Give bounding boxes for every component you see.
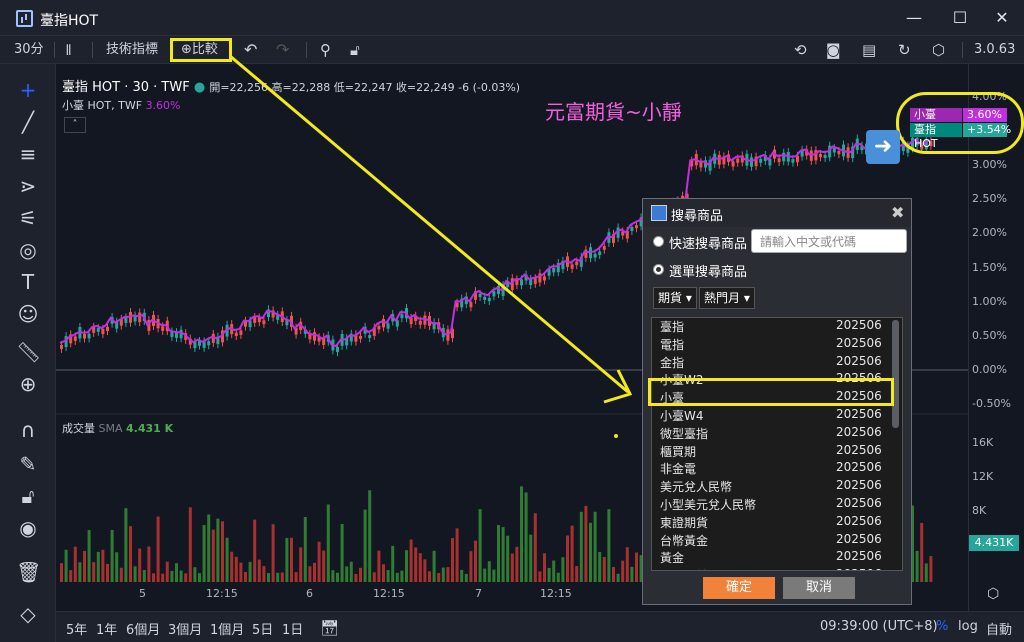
item-code: 202506	[836, 407, 882, 421]
item-name: 小型美元兌人民幣	[660, 498, 757, 512]
list-item[interactable]: 美元兌人民幣 202506	[660, 478, 882, 496]
time-axis-label: 6	[306, 587, 313, 600]
list-item[interactable]: 非金電 202506	[660, 460, 882, 478]
item-code: 202506	[836, 460, 882, 475]
item-name: 東證期貨	[660, 515, 709, 530]
percent-toggle[interactable]: %	[936, 619, 948, 634]
item-name: 美元兌人民幣	[660, 480, 733, 495]
item-code: 202506	[836, 442, 882, 457]
time-axis-label: 5	[139, 587, 146, 600]
dialog-close-icon[interactable]: ✖	[891, 203, 904, 222]
item-name: 日元兌美元	[660, 569, 720, 570]
list-item[interactable]: 電指 202506	[660, 336, 882, 354]
ok-button[interactable]: 確定	[703, 577, 775, 599]
item-code: 202506	[836, 567, 882, 570]
quick-search-radio[interactable]	[653, 236, 664, 247]
item-name: 小臺W4	[660, 409, 704, 423]
list-item[interactable]: 東證期貨 202506	[660, 514, 882, 532]
item-name: 櫃買期	[660, 444, 697, 459]
item-name: 黃金	[660, 551, 685, 566]
annotation-dot	[614, 434, 618, 438]
item-name: 金指	[660, 355, 685, 370]
item-code: 202506	[836, 353, 882, 368]
item-name: 台幣黃金	[660, 533, 709, 548]
auto-toggle[interactable]: 自動	[986, 619, 1012, 638]
dialog-app-icon	[651, 205, 667, 221]
time-axis-label: 12:15	[540, 587, 572, 600]
item-code: 202506	[836, 531, 882, 546]
item-code: 202506	[836, 549, 882, 564]
menu-search-label: 選單搜尋商品	[669, 265, 748, 280]
dialog-header: 搜尋商品 ✖	[643, 199, 911, 227]
item-name: 電指	[660, 337, 685, 352]
quick-search-input[interactable]: 請輸入中文或代碼	[751, 229, 907, 253]
category-select[interactable]: 期貨 ▾	[653, 287, 697, 309]
calendar-icon[interactable]: 📅︎	[320, 619, 339, 637]
list-item[interactable]: 小臺W4 202506	[660, 407, 882, 425]
clock-label: 09:39:00 (UTC+8)	[820, 619, 938, 634]
range-button[interactable]: 1個月	[210, 619, 244, 638]
menu-search-radio[interactable]	[653, 264, 664, 275]
list-item[interactable]: 日元兌美元 202506	[660, 567, 882, 570]
time-axis-label: 12:15	[373, 587, 405, 600]
range-button[interactable]: 5年	[66, 619, 87, 638]
list-item[interactable]: 臺指 202506	[660, 318, 882, 336]
range-button[interactable]: 1年	[96, 619, 117, 638]
item-code: 202506	[836, 496, 882, 510]
category-value: 期貨	[658, 291, 683, 305]
item-code: 202506	[836, 318, 882, 332]
item-code: 202506	[836, 513, 882, 528]
item-code: 202506	[836, 478, 882, 493]
list-item[interactable]: 櫃買期 202506	[660, 443, 882, 461]
month-value: 熱門月	[704, 291, 741, 305]
bottom-bar: 5年 1年 6個月 3個月 1個月 5日 1日 📅︎ 09:39:00 (UTC+8) % …	[56, 611, 1024, 642]
selection-highlight	[648, 378, 894, 406]
time-axis-label: 12:15	[206, 587, 238, 600]
list-scrollbar[interactable]	[892, 320, 899, 428]
range-button[interactable]: 5日	[252, 619, 273, 638]
dialog-title: 搜尋商品	[671, 209, 724, 224]
item-name: 微型臺指	[660, 426, 709, 441]
list-item[interactable]: 小型美元兌人民幣 202506	[660, 496, 882, 514]
quick-search-label: 快速搜尋商品	[669, 237, 748, 252]
range-button[interactable]: 3個月	[168, 619, 202, 638]
product-list[interactable]: 臺指 202506 電指 202506 金指 202506 小臺W2 202506 小臺 2025…	[651, 317, 903, 571]
list-item[interactable]: 台幣黃金 202506	[660, 532, 882, 550]
item-name: 臺指	[660, 320, 685, 334]
month-select[interactable]: 熱門月 ▾	[699, 287, 755, 309]
item-code: 202506	[836, 424, 882, 439]
annotation-arrow	[229, 54, 629, 394]
time-axis-label: 7	[475, 587, 482, 600]
list-item[interactable]: 微型臺指 202506	[660, 425, 882, 443]
range-button[interactable]: 6個月	[126, 619, 160, 638]
list-item[interactable]: 黃金 202506	[660, 549, 882, 567]
item-code: 202506	[836, 335, 882, 350]
log-toggle[interactable]: log	[958, 619, 978, 634]
range-button[interactable]: 1日	[282, 619, 303, 638]
cancel-button[interactable]: 取消	[783, 577, 855, 599]
item-name: 非金電	[660, 462, 697, 477]
list-item[interactable]: 金指 202506	[660, 354, 882, 372]
